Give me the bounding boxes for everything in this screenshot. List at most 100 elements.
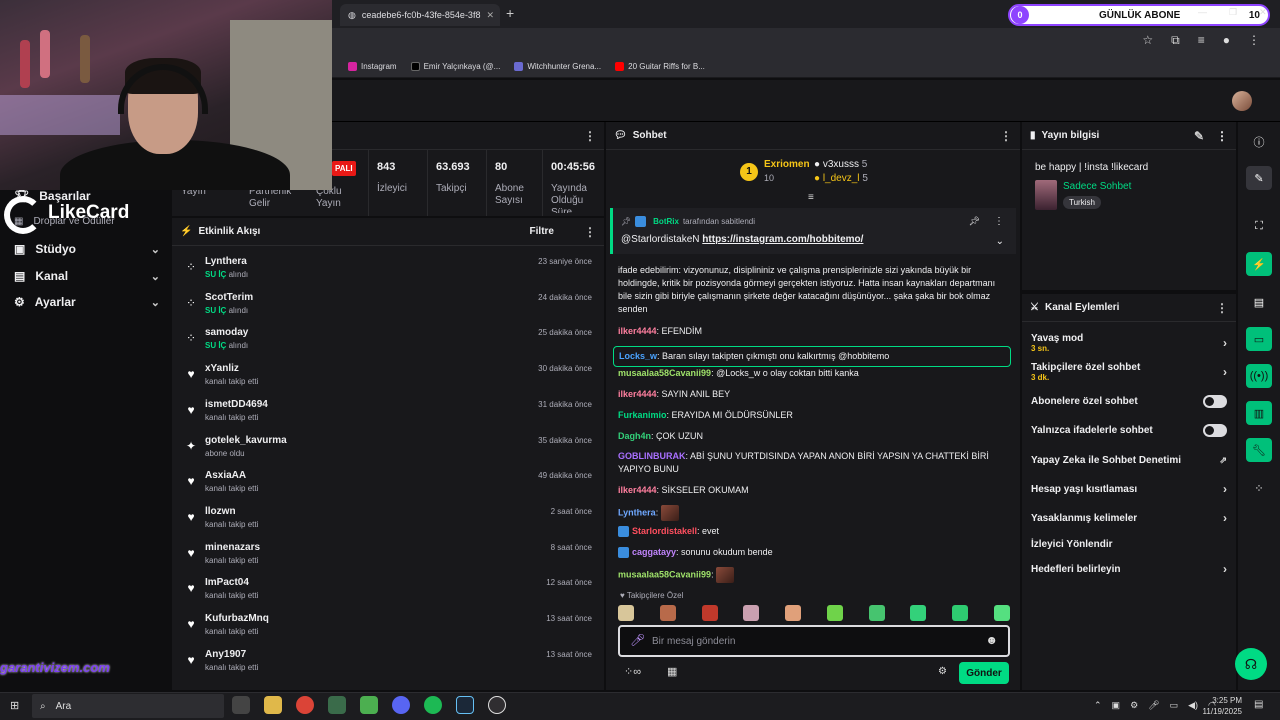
clip-icon[interactable]: ⛶ — [1246, 214, 1272, 238]
collapse-icon[interactable]: ≡ — [808, 192, 814, 203]
info-icon[interactable]: ⓘ — [1246, 130, 1272, 154]
more-options-icon[interactable]: ⋮ — [1216, 301, 1228, 315]
menu-icon[interactable]: ⋮ — [1248, 33, 1260, 48]
chat-settings-icon[interactable]: ⚙ — [938, 666, 947, 677]
taskbar-clock[interactable]: 3:25 PM 11/19/2025 — [1196, 695, 1242, 717]
headset-icon[interactable]: ☊ — [1235, 648, 1267, 680]
camera-icon[interactable]: ▣ — [1112, 700, 1121, 711]
bolt-icon[interactable]: ⚡ — [1246, 252, 1272, 276]
wrench-icon[interactable]: 🔧︎ — [1246, 438, 1272, 462]
activity-user[interactable]: xYanliz — [205, 363, 239, 374]
notifications-icon[interactable]: ▤ — [1254, 699, 1263, 710]
steam-icon[interactable] — [456, 696, 474, 714]
activity-item[interactable]: ♥ xYanliz kanalı takip etti 30 dakika önce — [180, 362, 594, 397]
activity-user[interactable]: Lynthera — [205, 256, 247, 267]
broadcast-icon[interactable]: ((•)) — [1246, 364, 1272, 388]
star-icon[interactable]: ☆ — [1142, 33, 1153, 48]
activity-user[interactable]: samoday — [205, 327, 248, 338]
raid-row[interactable]: İzleyici Yönlendir — [1031, 533, 1227, 555]
network-icon[interactable]: ▭ — [1170, 700, 1179, 711]
new-tab-button[interactable]: + — [506, 5, 514, 21]
send-button[interactable]: Gönder — [959, 662, 1009, 684]
subs-chat-toggle[interactable] — [1203, 394, 1227, 408]
activity-item[interactable]: ⁘ Lynthera SU İÇ alındı 23 saniye önce — [180, 255, 594, 290]
bookmark-x[interactable]: Emir Yalçınkaya (@... — [410, 62, 500, 71]
activity-item[interactable]: ♥ ismetDD4694 kanalı takip etti 31 dakika … — [180, 398, 594, 433]
more-options-icon[interactable]: ⋮ — [584, 225, 596, 239]
activity-item[interactable]: ♥ KufurbazMnq kanalı takip etti 13 saat ön… — [180, 612, 594, 647]
layout-icon[interactable]: ▥ — [1246, 401, 1272, 425]
unpin-icon[interactable]: 📌︎ — [969, 216, 980, 227]
document-icon[interactable]: ▤ — [1246, 290, 1272, 314]
streaming-icon[interactable] — [360, 696, 378, 714]
browser-tab[interactable]: ◍ ceadebe6-fc0b-43fe-854e-3f8 ✕ — [340, 4, 500, 26]
chat-input-box[interactable]: 🎤︎ ☻ — [618, 625, 1010, 657]
mic-icon[interactable]: 🎤︎ — [630, 633, 645, 647]
ai-mod-row[interactable]: Yapay Zeka ile Sohbet Denetimi ⇗ — [1031, 449, 1227, 471]
chat-username[interactable]: Dagh4n — [618, 431, 651, 441]
activity-user[interactable]: KufurbazMnq — [205, 613, 269, 624]
activity-item[interactable]: ♥ Any1907 kanalı takip etti 13 saat önce — [180, 648, 594, 683]
emote-2[interactable] — [659, 605, 676, 621]
chrome-icon[interactable] — [296, 696, 314, 714]
taskbar-search[interactable]: ⌕ Ara — [32, 694, 224, 718]
filter-button[interactable]: Filtre — [530, 226, 554, 237]
more-options-icon[interactable]: ⋮ — [584, 129, 596, 143]
chat-username[interactable]: Furkanimio — [618, 410, 667, 420]
spotify-icon[interactable] — [424, 696, 442, 714]
close-tab-icon[interactable]: ✕ — [486, 10, 494, 21]
activity-user[interactable]: Any1907 — [205, 649, 246, 660]
more-options-icon[interactable]: ⋮ — [1216, 129, 1228, 143]
emote-1[interactable] — [618, 605, 634, 621]
chat-bubble-icon[interactable]: ▭ — [1246, 327, 1272, 351]
banned-words-row[interactable]: Yasaklanmış kelimeler › — [1031, 507, 1227, 529]
chevron-up-icon[interactable]: ⌃ — [1094, 700, 1102, 711]
chat-username[interactable]: ilker4444 — [618, 485, 657, 495]
activity-item[interactable]: ♥ ImPact04 kanalı takip etti 12 saat önce — [180, 576, 594, 611]
emote-4[interactable] — [743, 605, 760, 621]
activity-user[interactable]: ImPact04 — [205, 577, 249, 588]
emote-9[interactable] — [952, 605, 969, 621]
sidebar-item-channel[interactable]: ▤ Kanal ⌄ — [14, 269, 160, 283]
activity-item[interactable]: ⁘ samoday SU İÇ alındı 25 dakika önce — [180, 326, 594, 361]
emote-7[interactable] — [868, 605, 885, 621]
activity-item[interactable]: ♥ minenazars kanalı takip etti 8 saat önce — [180, 541, 594, 576]
bookmark-witchhunter[interactable]: Witchhunter Grena... — [514, 62, 601, 71]
extensions-icon[interactable]: ⧉ — [1171, 33, 1180, 48]
user-avatar[interactable] — [1232, 91, 1252, 111]
bookmark-instagram[interactable]: Instagram — [348, 62, 397, 71]
chat-username[interactable]: Starlordistakell — [632, 526, 697, 536]
chat-username[interactable]: musaalaa58Cavanii99 — [618, 569, 711, 579]
more-options-icon[interactable]: ⋮ — [1000, 129, 1012, 143]
minimize-icon[interactable]: — — [1198, 7, 1207, 18]
activity-user[interactable]: AsxiaAA — [205, 470, 246, 481]
obs-icon[interactable] — [488, 696, 506, 714]
more-options-icon[interactable]: ⋮ — [994, 216, 1004, 227]
close-window-icon[interactable]: ✕ — [1259, 7, 1267, 18]
stream-category[interactable]: Sadece Sohbet — [1063, 181, 1131, 192]
activity-user[interactable]: ismetDD4694 — [205, 399, 268, 410]
account-age-row[interactable]: Hesap yaşı kısıtlaması › — [1031, 478, 1227, 500]
windows-start-icon[interactable]: ⊞ — [10, 699, 19, 712]
folder-icon[interactable] — [264, 696, 282, 714]
xbox-icon[interactable] — [328, 696, 346, 714]
leader-first-name[interactable]: Exriomen — [764, 159, 810, 170]
emote-chat-toggle[interactable] — [1203, 423, 1227, 437]
emote-5[interactable] — [785, 605, 802, 621]
activity-item[interactable]: ⁘ ScotTerim SU İÇ alındı 24 dakika önce — [180, 291, 594, 326]
gift-icon[interactable]: ▦ — [667, 665, 677, 678]
pinned-link[interactable]: https://instagram.com/hobbitemo/ — [702, 234, 863, 245]
sidebar-item-studio[interactable]: ▣ Stüdyo ⌄ — [14, 242, 160, 256]
subs-chat-row[interactable]: Abonelere özel sohbet — [1031, 390, 1227, 412]
chat-username[interactable]: Lynthera — [618, 507, 656, 517]
leader-third[interactable]: ● l_devz_l 5 — [814, 173, 868, 184]
discord-icon[interactable] — [392, 696, 410, 714]
emote-6[interactable] — [826, 605, 843, 621]
slow-mode-row[interactable]: Yavaş mod 3 sn. › — [1031, 330, 1227, 356]
edit-icon[interactable]: ✎ — [1194, 129, 1204, 143]
followers-chat-row[interactable]: Takipçilere özel sohbet 3 dk. › — [1031, 359, 1227, 385]
activity-item[interactable]: ✦ gotelek_kavurma abone oldu 35 dakika önc… — [180, 434, 594, 469]
stream-tag[interactable]: Turkish — [1063, 196, 1101, 209]
chat-input[interactable] — [652, 633, 972, 649]
chat-username[interactable]: caggatayy — [632, 547, 676, 557]
